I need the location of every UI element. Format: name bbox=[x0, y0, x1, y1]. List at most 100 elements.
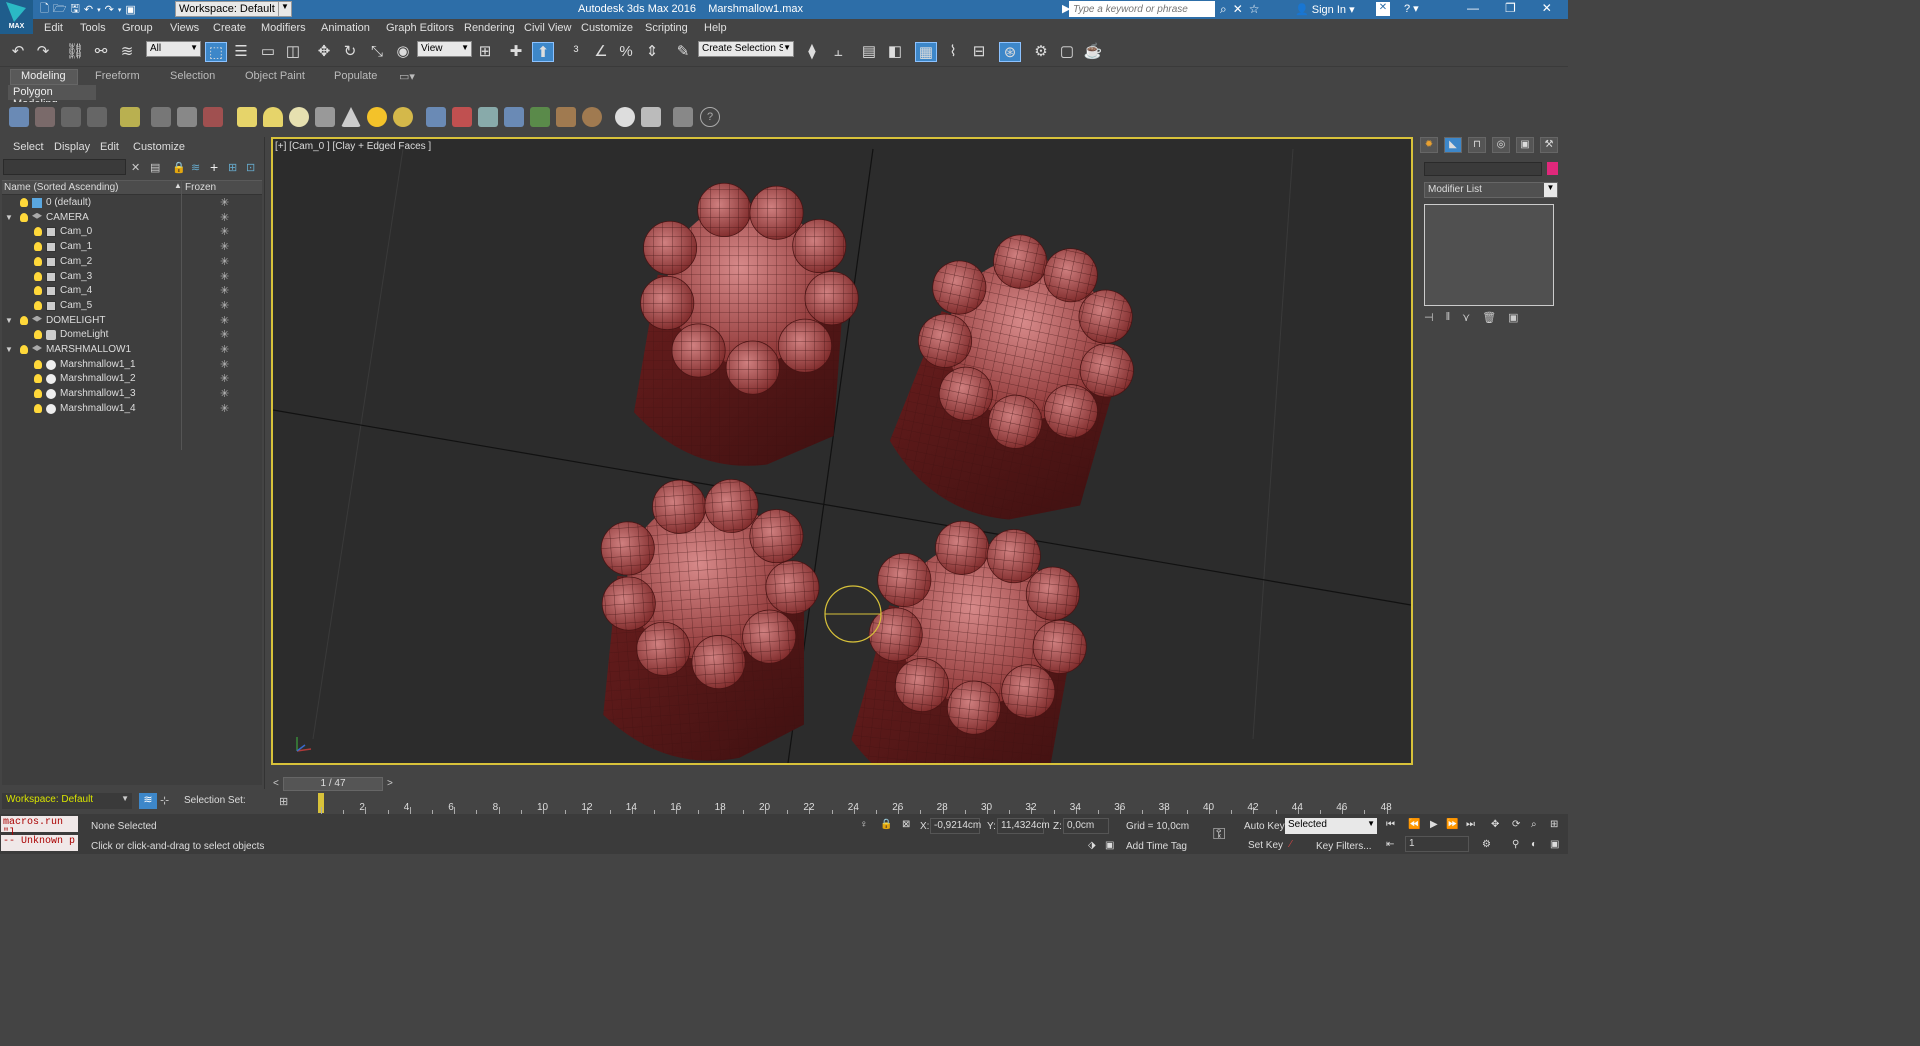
scene-row[interactable]: Marshmallow1_4 ✳ bbox=[2, 402, 262, 416]
hierarchy-toggle-icon[interactable]: ⊹ bbox=[160, 794, 169, 807]
light-bulb-icon[interactable] bbox=[20, 198, 28, 207]
auto-key-button[interactable]: Auto Key bbox=[1244, 821, 1285, 832]
sphere-material-icon[interactable] bbox=[615, 107, 635, 127]
exchange-icon[interactable]: ✕ bbox=[1376, 2, 1390, 16]
pan-icon[interactable]: ✥ bbox=[1491, 819, 1499, 830]
scene-row[interactable]: Cam_4 ✳ bbox=[2, 284, 262, 298]
menu-scripting[interactable]: Scripting bbox=[645, 22, 688, 34]
spinner-snap-icon[interactable]: ⇕ bbox=[641, 42, 663, 62]
workspace-dropdown[interactable]: Workspace: Default ▼ bbox=[175, 1, 292, 17]
scene-row[interactable]: Marshmallow1_3 ✳ bbox=[2, 387, 262, 401]
show-end-result-icon[interactable]: ‖ bbox=[1446, 311, 1451, 327]
scene-row[interactable]: ▼ MARSHMALLOW1 ✳ bbox=[2, 343, 262, 357]
object-color-swatch[interactable] bbox=[1547, 162, 1558, 175]
frozen-toggle-icon[interactable]: ✳ bbox=[220, 328, 229, 342]
unlink-icon[interactable]: ⚯ bbox=[90, 42, 112, 62]
settings-panel-icon[interactable] bbox=[673, 107, 693, 127]
camera-icon[interactable] bbox=[151, 107, 171, 127]
save-file-icon[interactable]: 🖫 bbox=[71, 0, 80, 19]
window-crossing-icon[interactable]: ◫ bbox=[282, 42, 304, 62]
ribbon-options-icon[interactable]: ▭▾ bbox=[399, 70, 415, 83]
fur-icon[interactable] bbox=[426, 107, 446, 127]
set-key-button[interactable]: Set Key bbox=[1248, 840, 1283, 851]
list-icon[interactable] bbox=[61, 107, 81, 127]
select-children-icon[interactable]: ⊡ bbox=[246, 161, 255, 174]
maxscript-listener-line2[interactable]: -- Unknown p bbox=[1, 835, 78, 851]
time-slider[interactable]: 1 / 47 bbox=[283, 777, 383, 791]
viewport-cam0[interactable]: [+] [Cam_0 ] [Clay + Edged Faces ] bbox=[271, 137, 1413, 765]
add-to-layer-icon[interactable]: ⊞ bbox=[228, 161, 237, 174]
application-button[interactable]: MAX bbox=[0, 0, 33, 34]
light-bulb-icon[interactable] bbox=[34, 227, 42, 237]
rotate-icon[interactable]: ↻ bbox=[339, 42, 361, 62]
menu-group[interactable]: Group bbox=[122, 22, 153, 34]
open-file-icon[interactable]: 🗁 bbox=[53, 0, 67, 19]
light-bulb-icon[interactable] bbox=[34, 359, 42, 369]
angle-snap-icon[interactable]: ∠ bbox=[590, 42, 612, 62]
add-icon[interactable]: + bbox=[210, 159, 218, 175]
grass-icon[interactable] bbox=[530, 107, 550, 127]
frozen-toggle-icon[interactable]: ✳ bbox=[220, 270, 229, 284]
frozen-toggle-icon[interactable]: ✳ bbox=[220, 240, 229, 254]
material-ball-icon[interactable] bbox=[582, 107, 602, 127]
next-frame-icon[interactable]: > bbox=[387, 778, 393, 789]
scene-row[interactable]: ▼ CAMERA ✳ bbox=[2, 211, 262, 225]
marshmallow-4[interactable] bbox=[845, 511, 1099, 763]
frozen-toggle-icon[interactable]: ✳ bbox=[220, 284, 229, 298]
menu-tools[interactable]: Tools bbox=[80, 22, 106, 34]
scene-row[interactable]: Marshmallow1_2 ✳ bbox=[2, 372, 262, 386]
scene-menu-display[interactable]: Display bbox=[54, 141, 90, 153]
scene-row[interactable]: Cam_3 ✳ bbox=[2, 270, 262, 284]
rect-selection-icon[interactable]: ▭ bbox=[257, 42, 279, 62]
scene-row[interactable]: Cam_2 ✳ bbox=[2, 255, 262, 269]
filter-icon[interactable]: ▤ bbox=[150, 161, 160, 174]
modify-tab-icon[interactable]: ◣ bbox=[1444, 137, 1462, 153]
menu-civil-view[interactable]: Civil View bbox=[524, 22, 571, 34]
lister-icon[interactable] bbox=[556, 107, 576, 127]
sun-icon[interactable] bbox=[367, 107, 387, 127]
expand-arrow-icon[interactable]: ▼ bbox=[5, 211, 13, 225]
frozen-toggle-icon[interactable]: ✳ bbox=[220, 255, 229, 269]
column-frozen-header[interactable]: Frozen bbox=[185, 182, 216, 193]
frozen-toggle-icon[interactable]: ✳ bbox=[220, 211, 229, 225]
menu-views[interactable]: Views bbox=[170, 22, 199, 34]
light-bulb-icon[interactable] bbox=[20, 212, 28, 222]
menu-create[interactable]: Create bbox=[213, 22, 246, 34]
key-mode-toggle-icon[interactable]: ⇤ bbox=[1386, 839, 1394, 850]
expand-arrow-icon[interactable]: ▼ bbox=[5, 314, 13, 328]
scene-menu-edit[interactable]: Edit bbox=[100, 141, 119, 153]
goto-start-icon[interactable]: ⏮ bbox=[1386, 819, 1395, 830]
key-mode-dropdown[interactable]: Selected ▼ bbox=[1285, 818, 1377, 834]
render-production-icon[interactable]: ☕ bbox=[1082, 42, 1104, 62]
display-tab-icon[interactable]: ▣ bbox=[1516, 137, 1534, 153]
selection-lock-icon[interactable]: 🔒 bbox=[880, 819, 892, 830]
light-bulb-icon[interactable] bbox=[20, 315, 28, 325]
frozen-toggle-icon[interactable]: ✳ bbox=[220, 299, 229, 313]
scene-search-input[interactable] bbox=[3, 159, 126, 175]
x-coordinate[interactable]: -0,9214cm bbox=[930, 818, 981, 834]
zoom-icon[interactable]: ⌕ bbox=[1531, 819, 1537, 830]
frozen-toggle-icon[interactable]: ✳ bbox=[220, 314, 229, 328]
selection-filter-dropdown[interactable]: All ▼ bbox=[146, 41, 201, 57]
light-bulb-icon[interactable] bbox=[34, 242, 42, 252]
ies-light-icon[interactable] bbox=[315, 107, 335, 127]
time-config-icon[interactable]: ⚙ bbox=[1482, 839, 1491, 850]
marshmallow-3[interactable] bbox=[586, 470, 832, 763]
material-editor-icon[interactable]: ⊛ bbox=[999, 42, 1021, 62]
new-file-icon[interactable]: 🗋 bbox=[40, 0, 49, 19]
scene-row[interactable]: ▼ DOMELIGHT ✳ bbox=[2, 314, 262, 328]
set-key-icon[interactable]: ⁄ bbox=[1290, 839, 1292, 850]
light-bulb-icon[interactable] bbox=[34, 300, 42, 310]
remove-modifier-icon[interactable]: 🗑 bbox=[1482, 311, 1496, 327]
mirror-icon[interactable]: ⧫ bbox=[801, 42, 823, 62]
link-icon[interactable]: ⛓ bbox=[64, 42, 86, 62]
add-time-tag[interactable]: Add Time Tag bbox=[1126, 841, 1187, 852]
help-icon[interactable]: ? bbox=[700, 107, 720, 127]
key-icon[interactable]: ⚿ bbox=[1213, 826, 1225, 844]
close-icon[interactable]: ✕ bbox=[1542, 1, 1552, 15]
render-setup-icon[interactable]: ⚙ bbox=[1030, 42, 1052, 62]
light-bulb-icon[interactable] bbox=[34, 256, 42, 266]
goto-end-icon[interactable]: ⏭ bbox=[1466, 819, 1475, 830]
search-input[interactable] bbox=[1069, 1, 1215, 17]
select-object-icon[interactable]: ⬚ bbox=[205, 42, 227, 62]
